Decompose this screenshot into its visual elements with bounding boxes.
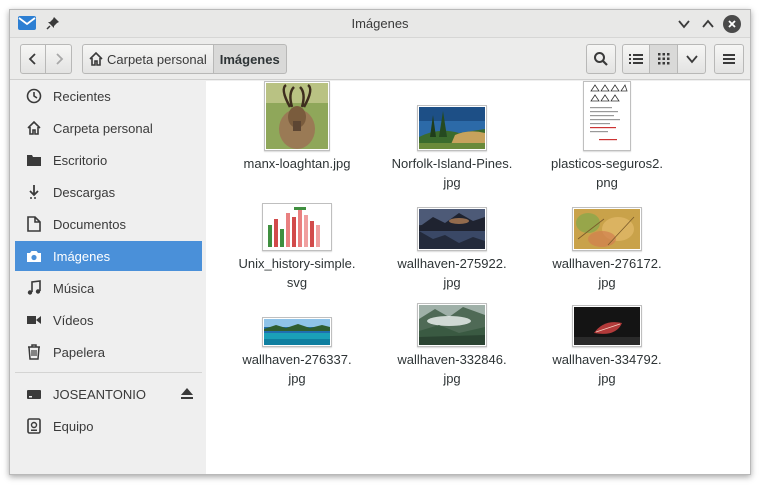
download-icon bbox=[19, 177, 49, 207]
chevron-down-icon bbox=[685, 55, 698, 64]
file-item[interactable]: plasticos-seguros2. png bbox=[542, 81, 672, 192]
file-item[interactable]: wallhaven-276337. jpg bbox=[232, 277, 362, 388]
file-name: manx-loaghtan.jpg bbox=[243, 156, 351, 171]
eject-icon[interactable] bbox=[180, 387, 194, 400]
image-thumbnail bbox=[417, 303, 487, 347]
home-icon bbox=[89, 51, 103, 66]
image-thumbnail bbox=[417, 105, 487, 151]
chevron-up-icon bbox=[702, 19, 714, 28]
sidebar-item-label: Vídeos bbox=[53, 312, 94, 328]
sidebar-item-label: Papelera bbox=[53, 344, 106, 360]
computer-icon bbox=[19, 411, 49, 441]
clock-icon bbox=[19, 81, 49, 111]
close-button[interactable] bbox=[722, 14, 742, 34]
close-icon bbox=[723, 15, 741, 33]
video-icon bbox=[19, 305, 49, 335]
list-icon bbox=[629, 54, 643, 64]
sidebar-item-label: JOSEANTONIO bbox=[53, 386, 146, 402]
trash-icon bbox=[19, 337, 49, 367]
file-name: wallhaven-276337. jpg bbox=[242, 352, 352, 386]
file-item[interactable]: wallhaven-275922. jpg bbox=[387, 181, 517, 292]
file-grid: manx-loaghtan.jpg Norfolk-Island-Pines. j… bbox=[206, 81, 750, 474]
folder-icon bbox=[19, 145, 49, 175]
hamburger-menu-icon bbox=[723, 54, 735, 64]
sidebar-item-label: Documentos bbox=[53, 216, 126, 232]
file-name: wallhaven-332846. jpg bbox=[397, 352, 507, 386]
chevron-left-icon bbox=[28, 53, 36, 65]
sidebar-item-imagenes[interactable]: Imágenes bbox=[15, 241, 202, 271]
sidebar-item-label: Descargas bbox=[53, 184, 116, 200]
sidebar-item-equipo[interactable]: Equipo bbox=[15, 411, 202, 441]
grid-icon bbox=[657, 53, 669, 65]
sidebar-separator bbox=[15, 372, 202, 373]
file-item[interactable]: wallhaven-334792. jpg bbox=[542, 277, 672, 388]
search-button[interactable] bbox=[586, 44, 616, 74]
breadcrumb-home[interactable]: Carpeta personal bbox=[82, 44, 214, 74]
chevron-right-icon bbox=[55, 53, 63, 65]
sidebar-item-musica[interactable]: Música bbox=[15, 273, 202, 303]
breadcrumb-current[interactable]: Imágenes bbox=[213, 44, 287, 74]
sidebar: Recientes Carpeta personal Escritorio De… bbox=[10, 81, 206, 474]
image-thumbnail bbox=[262, 203, 332, 251]
image-thumbnail bbox=[572, 305, 642, 347]
breadcrumb: Carpeta personal Imágenes bbox=[82, 44, 287, 74]
sidebar-item-label: Imágenes bbox=[53, 248, 111, 264]
forward-button[interactable] bbox=[46, 44, 72, 74]
sidebar-item-escritorio[interactable]: Escritorio bbox=[15, 145, 202, 175]
sidebar-item-carpeta-personal[interactable]: Carpeta personal bbox=[15, 113, 202, 143]
file-manager-window: Imágenes Carpeta personal Imágenes Recie… bbox=[9, 9, 751, 475]
sidebar-item-documentos[interactable]: Documentos bbox=[15, 209, 202, 239]
file-item[interactable]: wallhaven-332846. jpg bbox=[387, 277, 517, 388]
sidebar-item-label: Recientes bbox=[53, 88, 111, 104]
search-icon bbox=[594, 52, 608, 66]
breadcrumb-home-label: Carpeta personal bbox=[107, 51, 207, 67]
minimize-button[interactable] bbox=[674, 14, 694, 34]
sidebar-item-descargas[interactable]: Descargas bbox=[15, 177, 202, 207]
grid-view-button[interactable] bbox=[650, 44, 678, 74]
title-bar[interactable]: Imágenes bbox=[10, 10, 750, 38]
list-view-button[interactable] bbox=[622, 44, 650, 74]
image-thumbnail bbox=[417, 207, 487, 251]
chevron-down-icon bbox=[678, 20, 690, 29]
view-options-button[interactable] bbox=[678, 44, 706, 74]
sidebar-item-label: Escritorio bbox=[53, 152, 108, 168]
header-toolbar: Carpeta personal Imágenes bbox=[10, 38, 750, 80]
maximize-button[interactable] bbox=[698, 14, 718, 34]
sidebar-item-joseantonio[interactable]: JOSEANTONIO bbox=[15, 379, 202, 409]
sidebar-item-videos[interactable]: Vídeos bbox=[15, 305, 202, 335]
sidebar-item-papelera[interactable]: Papelera bbox=[15, 337, 202, 367]
file-item[interactable]: manx-loaghtan.jpg bbox=[232, 81, 362, 173]
image-thumbnail bbox=[264, 81, 330, 151]
sidebar-item-label: Música bbox=[53, 280, 95, 296]
main-menu-button[interactable] bbox=[714, 44, 744, 74]
file-item[interactable]: wallhaven-276172. jpg bbox=[542, 181, 672, 292]
document-icon bbox=[19, 209, 49, 239]
file-name: wallhaven-334792. jpg bbox=[552, 352, 662, 386]
sidebar-item-label: Carpeta personal bbox=[53, 120, 153, 136]
image-thumbnail bbox=[572, 207, 642, 251]
window-title: Imágenes bbox=[351, 16, 409, 31]
home-icon bbox=[19, 113, 49, 143]
sidebar-item-label: Equipo bbox=[53, 418, 94, 434]
image-thumbnail bbox=[583, 81, 631, 151]
drive-icon bbox=[19, 379, 49, 409]
music-icon bbox=[19, 273, 49, 303]
camera-icon bbox=[19, 241, 49, 271]
file-item[interactable]: Norfolk-Island-Pines. jpg bbox=[387, 81, 517, 192]
sidebar-item-recientes[interactable]: Recientes bbox=[15, 81, 202, 111]
file-item[interactable]: Unix_history-simple. svg bbox=[232, 181, 362, 292]
image-thumbnail bbox=[262, 317, 332, 347]
back-button[interactable] bbox=[20, 44, 46, 74]
